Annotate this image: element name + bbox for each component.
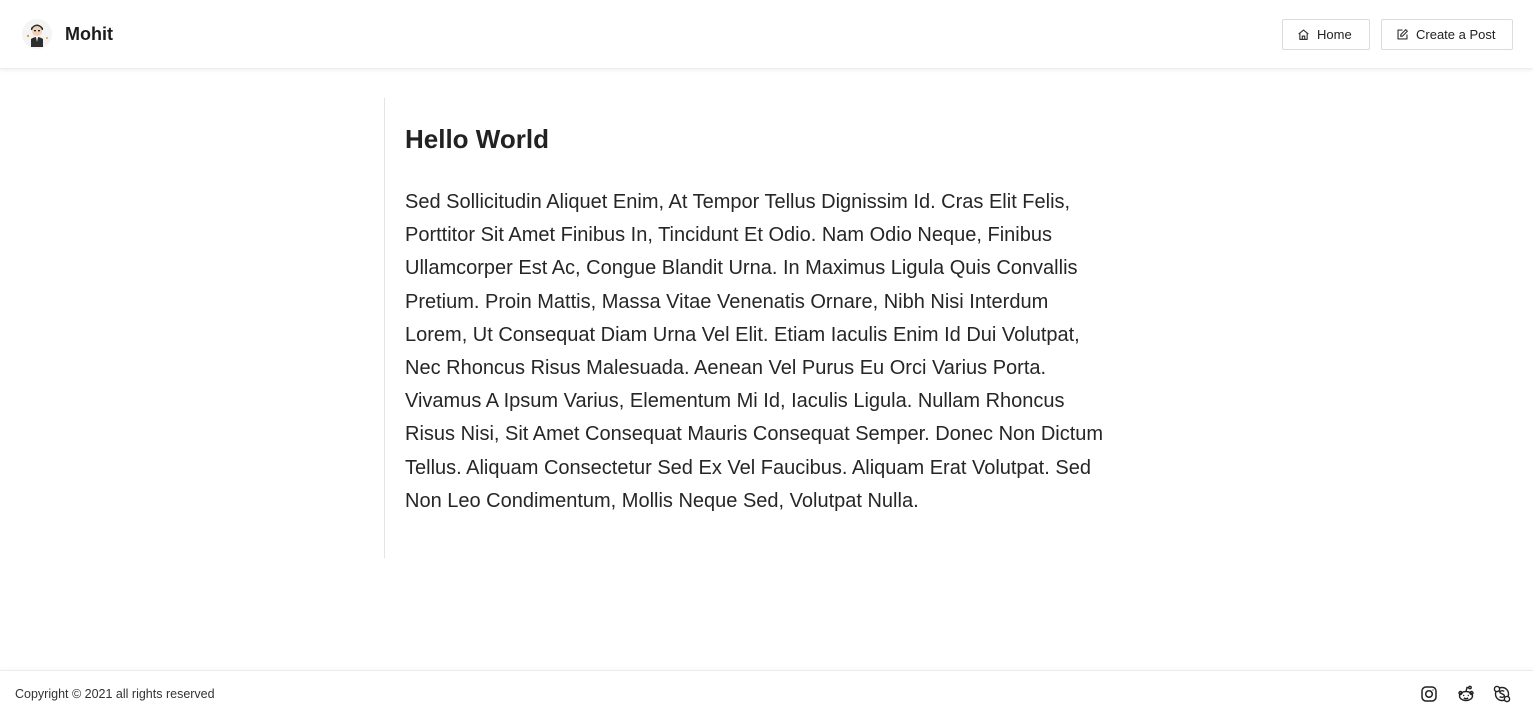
post-article: Hello World Sed Sollicitudin Aliquet Eni… <box>384 98 1124 558</box>
instagram-link[interactable] <box>1420 685 1438 703</box>
home-button[interactable]: Home <box>1282 19 1370 50</box>
brand[interactable]: Mohit <box>21 18 113 50</box>
skype-icon <box>1493 685 1511 703</box>
post-body: Sed Sollicitudin Aliquet Enim, At Tempor… <box>405 191 1104 512</box>
cartoon-avatar-icon <box>22 19 52 49</box>
reddit-icon <box>1458 685 1474 702</box>
create-post-button[interactable]: Create a Post <box>1381 19 1513 50</box>
top-header: Mohit Home Create a Post <box>0 0 1533 69</box>
post-title: Hello World <box>405 124 549 154</box>
skype-link[interactable] <box>1493 685 1511 703</box>
copyright-text: Copyright © 2021 all rights reserved <box>15 687 215 701</box>
reddit-link[interactable] <box>1457 685 1475 703</box>
instagram-icon <box>1421 686 1437 702</box>
home-icon <box>1298 29 1309 40</box>
page-footer: Copyright © 2021 all rights reserved <box>0 670 1533 717</box>
create-post-button-label: Create a Post <box>1416 27 1496 42</box>
brand-name: Mohit <box>65 23 113 44</box>
edit-icon <box>1397 29 1408 40</box>
home-button-label: Home <box>1317 27 1352 42</box>
